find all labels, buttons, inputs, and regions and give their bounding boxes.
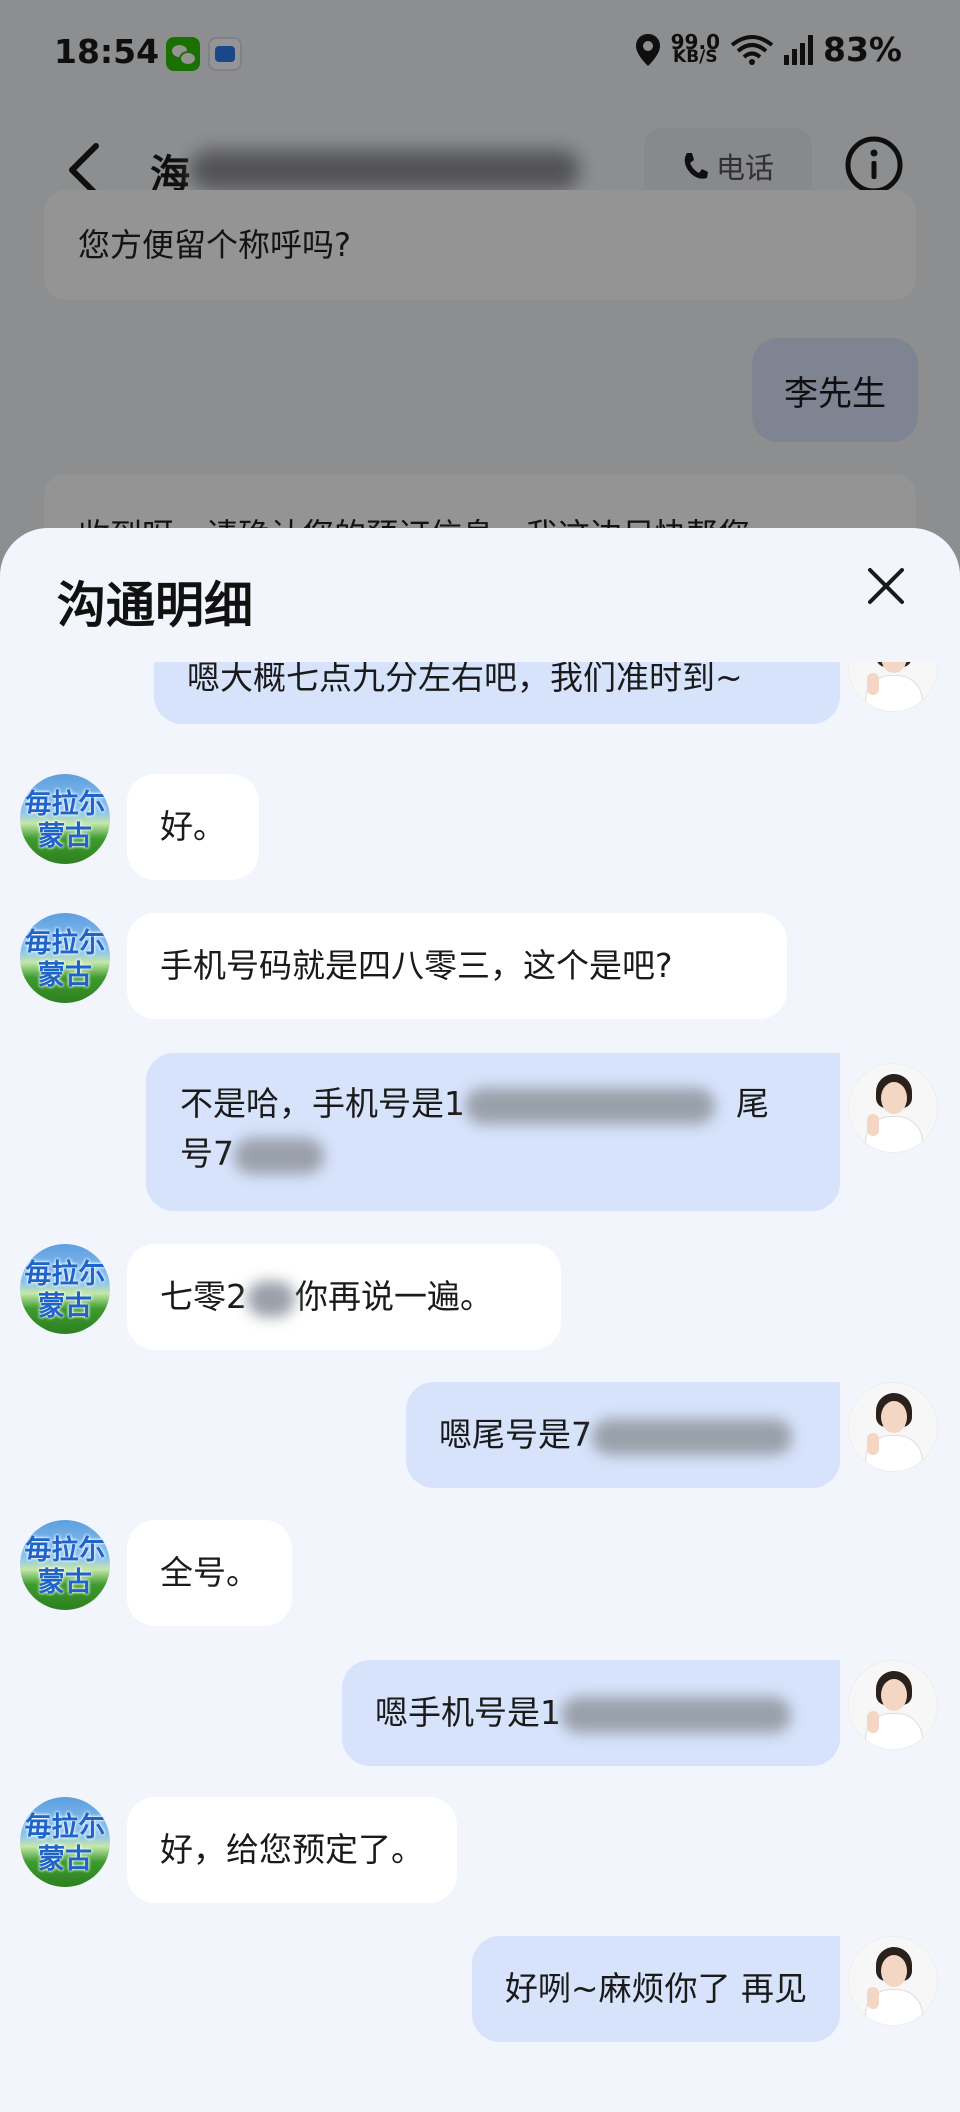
message-row: 毎拉尓 蒙古 七零2 你再说一遍。 [0,1244,960,1354]
message-list[interactable]: 嗯大概七点九分左右吧，我们准时到~ 毎拉尓 蒙古 好。 毎拉尓 蒙古 手机号码就… [0,662,960,2112]
agent-avatar [848,662,938,712]
redacted-number [592,1418,792,1455]
message-bubble-user: 好。 [127,774,259,880]
message-row: 好咧~麻烦你了 再见 [0,1936,960,2046]
user-avatar: 毎拉尓 蒙古 [20,774,110,864]
message-row: 不是哈，手机号是1 尾 号7 [0,1053,960,1213]
user-avatar: 毎拉尓 蒙古 [20,1520,110,1610]
message-bubble-agent: 嗯手机号是1 [342,1660,840,1766]
message-row: 嗯手机号是1 [0,1660,960,1770]
redacted-number [247,1280,295,1317]
user-avatar: 毎拉尓 蒙古 [20,1244,110,1334]
redacted-phone [561,1696,791,1733]
message-bubble-agent: 嗯大概七点九分左右吧，我们准时到~ [154,662,840,724]
sheet-title: 沟通明细 [57,577,254,634]
message-row: 嗯尾号是7 [0,1382,960,1492]
message-bubble-agent: 好咧~麻烦你了 再见 [471,1936,840,2042]
message-bubble-user: 全号。 [127,1520,292,1626]
message-bubble-user: 好，给您预定了。 [127,1797,457,1903]
message-bubble-user: 七零2 你再说一遍。 [127,1244,561,1350]
user-avatar: 毎拉尓 蒙古 [20,913,110,1003]
agent-avatar [848,1936,938,2026]
redacted-phone [465,1087,715,1124]
message-row: 毎拉尓 蒙古 好。 [0,774,960,884]
agent-avatar [848,1063,938,1153]
close-icon[interactable] [858,558,914,614]
message-bubble-user: 手机号码就是四八零三，这个是吧? [127,913,787,1019]
message-bubble-agent: 嗯尾号是7 [406,1382,840,1488]
message-bubble-agent: 不是哈，手机号是1 尾 号7 [146,1053,840,1211]
redacted-phone [234,1137,324,1174]
message-row: 嗯大概七点九分左右吧，我们准时到~ [0,662,960,746]
agent-avatar [848,1660,938,1750]
agent-avatar [848,1382,938,1472]
communication-detail-sheet: 沟通明细 嗯大概七点九分左右吧，我们准时到~ 毎拉尓 蒙古 好。 毎拉尓 蒙古 … [0,528,960,2112]
user-avatar: 毎拉尓 蒙古 [20,1797,110,1887]
message-row: 毎拉尓 蒙古 手机号码就是四八零三，这个是吧? [0,913,960,1023]
message-row: 毎拉尓 蒙古 好，给您预定了。 [0,1797,960,1907]
message-row: 毎拉尓 蒙古 全号。 [0,1520,960,1630]
